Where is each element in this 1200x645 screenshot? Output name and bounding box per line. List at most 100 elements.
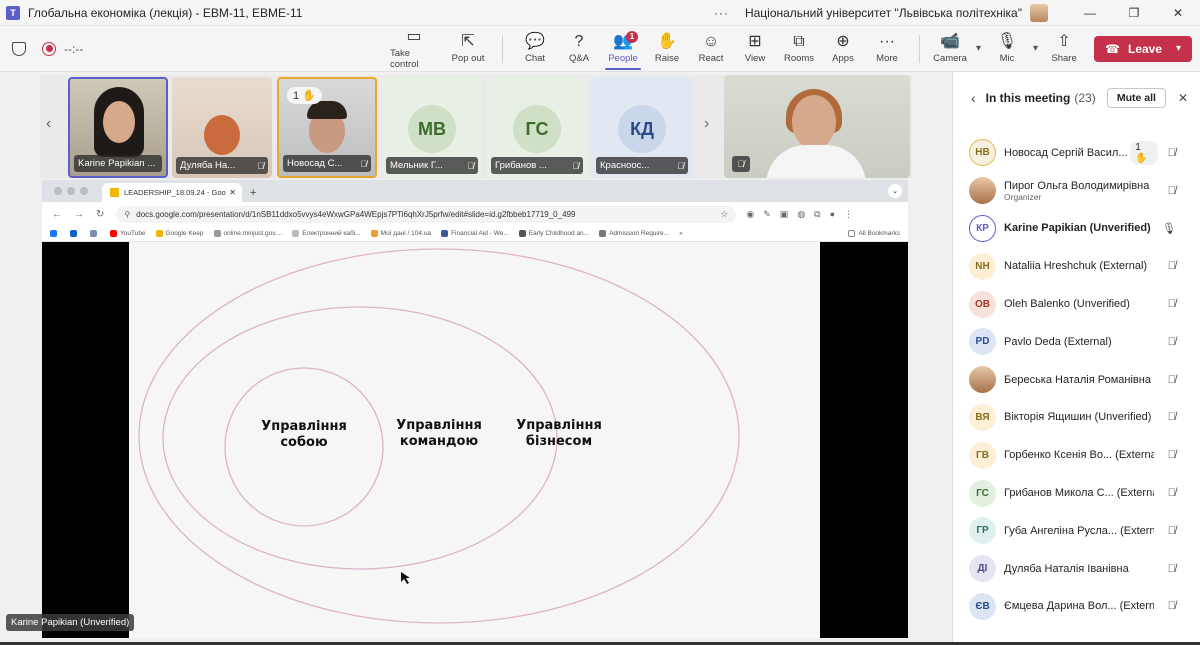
raise-hand-button[interactable]: ✋ Raise (645, 26, 689, 72)
profile-icon[interactable]: ● (830, 209, 835, 220)
bookmark-minjust[interactable]: online.minjust.gov.... (213, 230, 282, 237)
mic-off-icon[interactable]: 🎙̸ (1168, 374, 1176, 386)
rooms-button[interactable]: ⧉ Rooms (777, 26, 821, 72)
mic-off-icon[interactable]: 🎙̸ (1168, 525, 1176, 537)
mic-button[interactable]: 🎙 Mic (987, 26, 1027, 72)
close-tab-icon[interactable]: ✕ (229, 188, 236, 197)
camera-options-chevron-icon[interactable]: ▾ (976, 43, 981, 54)
apps-button[interactable]: ⊕ Apps (821, 26, 865, 72)
all-bookmarks[interactable]: All Bookmarks (848, 230, 900, 237)
mic-off-icon[interactable]: 🎙̸ (1168, 487, 1176, 499)
more-options-icon[interactable]: ··· (714, 6, 729, 20)
mic-off-icon: 🎙̸ (572, 160, 579, 171)
mic-off-icon[interactable]: 🎙̸ (1168, 600, 1176, 612)
share-button[interactable]: ⇧ Share (1044, 26, 1084, 72)
mic-options-chevron-icon[interactable]: ▾ (1033, 43, 1038, 54)
bookmark-admission[interactable]: Admission Require... (599, 230, 669, 237)
browser-tab[interactable]: LEADERSHIP_18.09.24 - Goo ✕ (102, 183, 242, 202)
bookmark-google-keep[interactable]: Google Keep (155, 230, 204, 237)
participant-row[interactable]: OB Oleh Balenko (Unverified) 🎙̸ (953, 285, 1200, 323)
video-tile[interactable]: Дуляба На... 🎙̸ (172, 77, 272, 178)
back-arrow-icon[interactable]: ← (52, 209, 62, 220)
participant-row[interactable]: ГР Губа Ангеліна Русла... (External) 🎙̸ (953, 512, 1200, 550)
back-chevron-icon[interactable]: ‹ (971, 90, 976, 106)
shared-screen[interactable]: LEADERSHIP_18.09.24 - Goo ✕ + ⌄ ← → ↻ ⚲ … (42, 180, 908, 638)
bookmark-cabinet[interactable]: Електронний кабі... (292, 230, 361, 237)
reload-icon[interactable]: ↻ (96, 209, 104, 220)
participant-row[interactable]: НВ Новосад Сергій Васил... 1 ✋ 🎙̸ (953, 134, 1200, 172)
participant-row[interactable]: КР Karine Papikian (Unverified) 🎙 (953, 210, 1200, 248)
presentation-slide: Управління собою Управління командою Упр… (129, 242, 820, 638)
site-info-icon[interactable]: ⚲ (124, 210, 130, 219)
maximize-button[interactable]: ❐ (1112, 6, 1156, 20)
participant-row[interactable]: ЄВ Ємцева Дарина Вол... (External) 🎙̸ (953, 588, 1200, 626)
participant-info: Береська Наталія Романівна (1004, 374, 1154, 386)
minimize-button[interactable]: — (1068, 6, 1112, 20)
shield-icon[interactable] (12, 41, 26, 56)
participant-row[interactable]: ГС Грибанов Микола С... (External) 🎙̸ (953, 474, 1200, 512)
bookmark-star-icon[interactable]: ☆ (720, 209, 728, 220)
puzzle-icon[interactable]: ⧉ (814, 209, 820, 220)
people-button[interactable]: 👥 1 People (601, 26, 645, 72)
video-tile[interactable]: Karine Papikian ... (68, 77, 168, 178)
participant-row[interactable]: ДІ Дуляба Наталія Іванівна 🎙̸ (953, 550, 1200, 588)
take-control-button[interactable]: ▭ Take control (390, 26, 438, 72)
qa-button[interactable]: ? Q&A (557, 26, 601, 72)
participant-name: Пирог Ольга Володимирівна (1004, 179, 1150, 192)
participant-row[interactable]: ВЯ Вікторія Ящишин (Unverified) 🎙̸ (953, 399, 1200, 437)
presenter-video[interactable]: 🎙̸ (724, 75, 910, 178)
participant-avatar (969, 177, 996, 205)
video-tile[interactable]: 1 ✋ Новосад С... 🎙̸ (277, 77, 377, 178)
participant-row[interactable]: Пирог Ольга Володимирівна Organizer 🎙̸ (953, 172, 1200, 210)
video-tile[interactable]: МВ Мельник Г... 🎙̸ (382, 77, 482, 178)
mic-on-icon[interactable]: 🎙 (1162, 222, 1176, 235)
mic-off-icon[interactable]: 🎙̸ (1168, 563, 1176, 575)
camera-button[interactable]: 📹 Camera (930, 26, 970, 72)
bookmark-financial-aid[interactable]: Financial Aid - We... (441, 230, 509, 237)
participant-video (204, 115, 240, 155)
extension-icon[interactable]: ▣ (780, 209, 789, 220)
video-tile[interactable]: КД Красноос... 🎙̸ (592, 77, 692, 178)
bookmark-youtube[interactable]: YouTube (110, 230, 146, 237)
participant-row[interactable]: ГВ Горбенко Ксенія Во... (External) 🎙̸ (953, 436, 1200, 474)
mic-off-icon[interactable]: 🎙̸ (1168, 411, 1176, 423)
bookmark-early-childhood[interactable]: Early Childhood an... (518, 230, 589, 237)
close-window-button[interactable]: ✕ (1156, 6, 1200, 20)
new-tab-icon[interactable]: + (250, 187, 256, 199)
react-button[interactable]: ☺ React (689, 26, 733, 72)
bookmark-icon[interactable] (70, 230, 80, 237)
menu-dots-icon[interactable]: ⋮ (844, 209, 853, 220)
pop-out-button[interactable]: ⇱ Pop out (444, 26, 492, 72)
leave-button[interactable]: ☎ Leave ▾ (1094, 35, 1193, 62)
extension-icon[interactable]: ◉ (746, 209, 754, 220)
mic-off-icon[interactable]: 🎙̸ (1168, 449, 1176, 461)
bookmark-icon[interactable] (90, 230, 100, 237)
extension-icon[interactable]: ✎ (763, 209, 771, 220)
leave-options-chevron-icon[interactable]: ▾ (1176, 43, 1181, 54)
account-avatar[interactable] (1030, 3, 1048, 22)
chat-icon: 💬 (525, 33, 545, 50)
mic-off-icon[interactable]: 🎙̸ (1168, 185, 1176, 197)
more-button[interactable]: ··· More (865, 26, 909, 72)
strip-prev-arrow-icon[interactable]: ‹ (46, 115, 51, 133)
mic-off-icon[interactable]: 🎙̸ (1168, 336, 1176, 348)
mic-off-icon[interactable]: 🎙̸ (1168, 147, 1176, 159)
tab-search-icon[interactable]: ⌄ (888, 184, 902, 198)
participant-row[interactable]: PD Pavlo Deda (External) 🎙̸ (953, 323, 1200, 361)
video-tile[interactable]: ГС Грибанов ... 🎙̸ (487, 77, 587, 178)
participant-row[interactable]: Береська Наталія Романівна 🎙̸ (953, 361, 1200, 399)
chat-button[interactable]: 💬 Chat (513, 26, 557, 72)
participant-row[interactable]: NH Nataliia Hreshchuk (External) 🎙̸ (953, 247, 1200, 285)
forward-arrow-icon[interactable]: → (74, 209, 84, 220)
bookmark-icon[interactable] (50, 230, 60, 237)
extension-icon[interactable]: ◍ (797, 209, 805, 220)
close-panel-icon[interactable]: ✕ (1178, 91, 1188, 105)
mic-off-icon[interactable]: 🎙̸ (1168, 260, 1176, 272)
view-button[interactable]: ⊞ View (733, 26, 777, 72)
bookmark-104[interactable]: Мої дані / 104.ua (370, 230, 431, 237)
mic-off-icon[interactable]: 🎙̸ (1168, 298, 1176, 310)
mute-all-button[interactable]: Mute all (1106, 88, 1166, 108)
address-bar[interactable]: ⚲ docs.google.com/presentation/d/1nSB11d… (116, 205, 737, 223)
more-bookmarks-icon[interactable]: » (679, 230, 683, 237)
strip-next-arrow-icon[interactable]: › (704, 115, 709, 133)
